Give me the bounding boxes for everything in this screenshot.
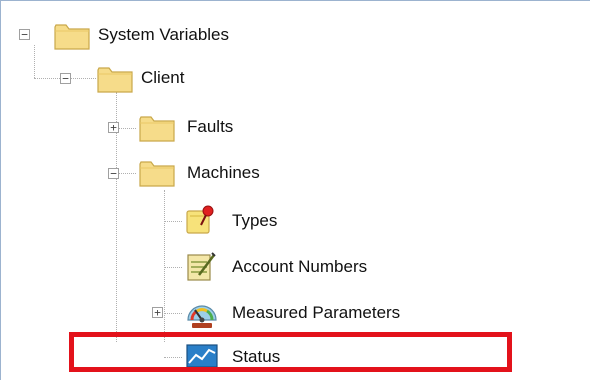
- folder-icon: [139, 113, 175, 148]
- tree-item-measured-parameters[interactable]: Measured Parameters: [232, 303, 400, 323]
- tree-item-account-numbers[interactable]: Account Numbers: [232, 257, 367, 277]
- types-icon: [184, 203, 218, 242]
- tree-item-types[interactable]: Types: [232, 211, 277, 231]
- highlight-box: [69, 332, 512, 372]
- folder-icon: [97, 64, 133, 99]
- tree-border-left: [0, 0, 1, 380]
- tree-view: − System Variables − Client + Faults − M…: [0, 0, 590, 380]
- folder-icon: [139, 158, 175, 193]
- notepad-icon: [184, 249, 218, 288]
- gauge-icon: [184, 296, 220, 335]
- tree-connector: [34, 45, 35, 78]
- tree-item-machines[interactable]: Machines: [187, 163, 260, 183]
- tree-connector: [164, 190, 165, 342]
- expander-expand-measured-parameters[interactable]: +: [152, 307, 163, 318]
- tree-item-faults[interactable]: Faults: [187, 117, 233, 137]
- expander-collapse-machines[interactable]: −: [108, 168, 119, 179]
- expander-collapse-client[interactable]: −: [60, 73, 71, 84]
- tree-item-client[interactable]: Client: [141, 68, 184, 88]
- tree-item-system-variables[interactable]: System Variables: [98, 25, 229, 45]
- tree-connector: [116, 173, 136, 174]
- tree-connector: [164, 221, 182, 222]
- tree-connector: [164, 267, 182, 268]
- folder-icon: [54, 21, 90, 56]
- tree-connector: [164, 313, 182, 314]
- tree-border-top: [0, 0, 590, 1]
- expander-expand-faults[interactable]: +: [108, 122, 119, 133]
- tree-connector: [116, 128, 136, 129]
- expander-collapse-system-variables[interactable]: −: [19, 29, 30, 40]
